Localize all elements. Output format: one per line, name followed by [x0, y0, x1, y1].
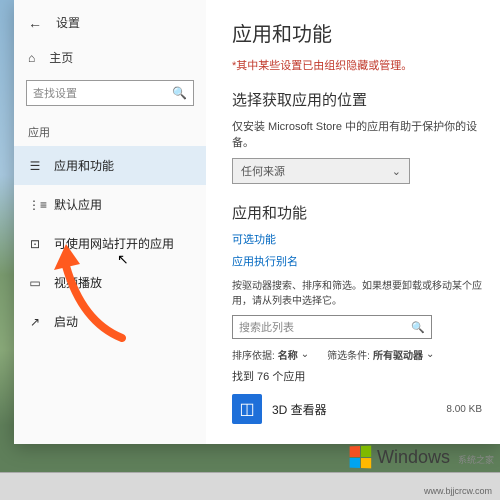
- video-icon: ▭: [28, 276, 42, 290]
- app-list-item[interactable]: ◫ 3D 查看器 8.00 KB: [232, 394, 482, 424]
- windows-logo-icon: [350, 446, 372, 469]
- apps-icon: ☰: [28, 159, 42, 173]
- app-name: 3D 查看器: [272, 401, 436, 418]
- sort-filter-row: 排序依据: 名称 ⌄ 筛选条件: 所有驱动器 ⌄: [232, 347, 482, 362]
- source-desc: 仅安装 Microsoft Store 中的应用有助于保护你的设备。: [232, 118, 482, 150]
- sidebar-item-startup[interactable]: ↗ 启动: [14, 302, 206, 341]
- chevron-down-icon: ⌄: [301, 349, 309, 360]
- source-dropdown[interactable]: 任何来源 ⌄: [232, 158, 410, 184]
- search-input[interactable]: 查找设置 🔍: [26, 80, 194, 106]
- sidebar-item-label: 默认应用: [54, 196, 102, 213]
- features-heading: 应用和功能: [232, 202, 482, 223]
- website-apps-icon: ⊡: [28, 237, 42, 251]
- window-title: 设置: [56, 14, 80, 31]
- home-icon: ⌂: [28, 51, 35, 65]
- watermark: Windows 系统之家: [349, 446, 494, 468]
- watermark-url: www.bjjcrcw.com: [424, 486, 492, 496]
- page-title: 应用和功能: [232, 18, 482, 47]
- filter-dropdown[interactable]: 筛选条件: 所有驱动器 ⌄: [327, 347, 434, 362]
- sidebar-item-label: 应用和功能: [54, 157, 114, 174]
- search-icon: 🔍: [411, 321, 425, 334]
- watermark-sub: 系统之家: [458, 453, 494, 468]
- startup-icon: ↗: [28, 315, 42, 329]
- source-value: 任何来源: [241, 163, 285, 179]
- managed-warning: *其中某些设置已由组织隐藏或管理。: [232, 57, 482, 73]
- search-apps-placeholder: 搜索此列表: [239, 319, 294, 335]
- optional-features-link[interactable]: 可选功能: [232, 231, 482, 247]
- search-placeholder: 查找设置: [33, 85, 77, 101]
- filter-desc: 按驱动器搜索、排序和筛选。如果想要卸载或移动某个应用，请从列表中选择它。: [232, 279, 482, 309]
- sidebar-item-video-playback[interactable]: ▭ 视频播放: [14, 263, 206, 302]
- app-icon: ◫: [232, 394, 262, 424]
- sort-dropdown[interactable]: 排序依据: 名称 ⌄: [232, 347, 309, 362]
- search-icon: 🔍: [172, 86, 187, 100]
- sidebar-item-label: 可使用网站打开的应用: [54, 235, 174, 252]
- sidebar-item-label: 视频播放: [54, 274, 102, 291]
- watermark-brand: Windows: [377, 447, 450, 468]
- chevron-down-icon: ⌄: [426, 349, 434, 360]
- sidebar-item-default-apps[interactable]: ⋮≡ 默认应用: [14, 185, 206, 224]
- sidebar-header: ← 设置: [14, 6, 206, 39]
- chevron-down-icon: ⌄: [392, 165, 401, 178]
- content-pane: 应用和功能 *其中某些设置已由组织隐藏或管理。 选择获取应用的位置 仅安装 Mi…: [206, 0, 500, 444]
- app-size: 8.00 KB: [446, 404, 482, 415]
- section-label: 应用: [14, 114, 206, 146]
- app-alias-link[interactable]: 应用执行别名: [232, 253, 482, 269]
- sidebar-item-website-apps[interactable]: ⊡ 可使用网站打开的应用: [14, 224, 206, 263]
- back-icon[interactable]: ←: [28, 15, 42, 31]
- defaults-icon: ⋮≡: [28, 198, 42, 212]
- sidebar-item-label: 启动: [54, 313, 78, 330]
- search-apps-input[interactable]: 搜索此列表 🔍: [232, 315, 432, 339]
- home-label: 主页: [49, 49, 73, 66]
- source-heading: 选择获取应用的位置: [232, 89, 482, 110]
- home-button[interactable]: ⌂ 主页: [14, 39, 206, 76]
- sidebar: ← 设置 ⌂ 主页 查找设置 🔍 应用 ☰ 应用和功能 ⋮≡ 默认应用 ⊡ 可使…: [14, 0, 206, 444]
- settings-window: ← 设置 ⌂ 主页 查找设置 🔍 应用 ☰ 应用和功能 ⋮≡ 默认应用 ⊡ 可使…: [14, 0, 500, 444]
- found-count: 找到 76 个应用: [232, 368, 482, 384]
- sidebar-item-apps-features[interactable]: ☰ 应用和功能: [14, 146, 206, 185]
